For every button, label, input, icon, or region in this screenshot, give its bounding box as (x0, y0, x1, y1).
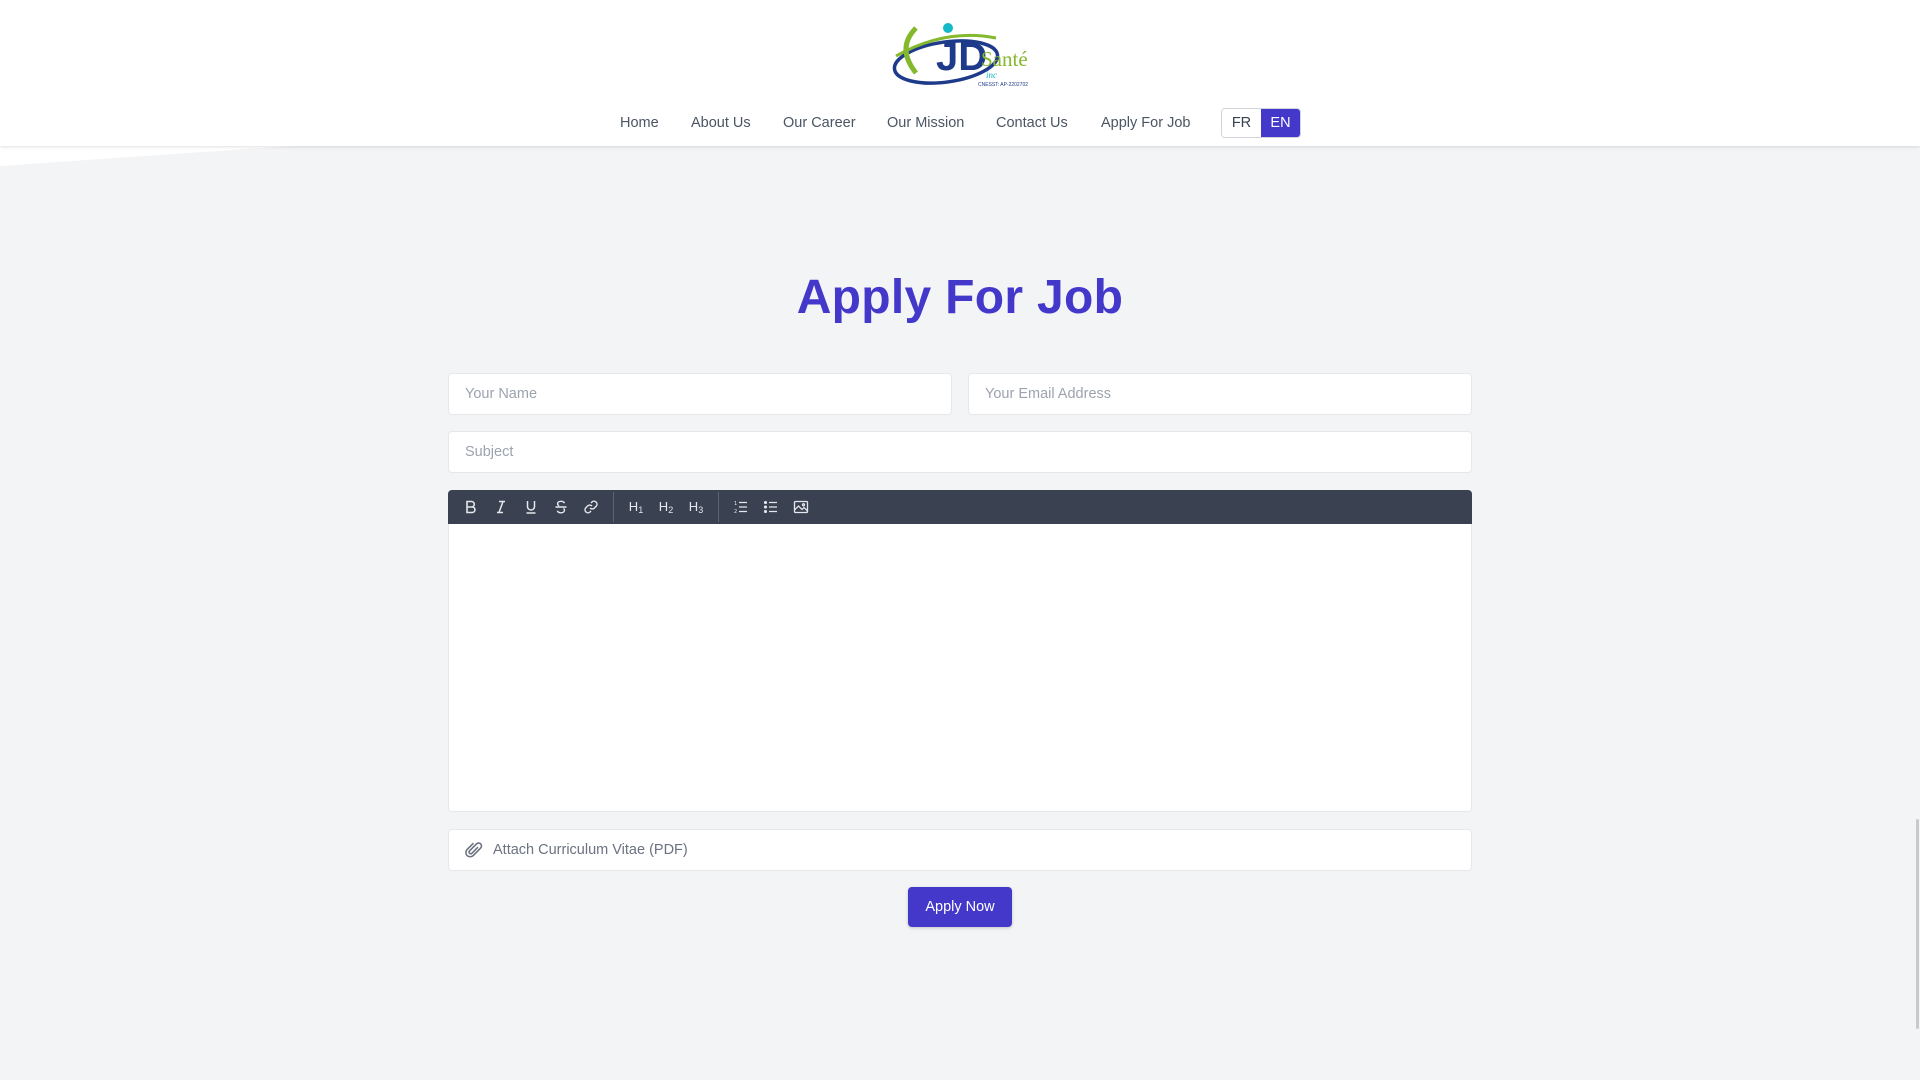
subject-input[interactable] (448, 431, 1472, 473)
attach-cv-label: Attach Curriculum Vitae (PDF) (493, 842, 688, 858)
bullet-list-button[interactable] (756, 490, 786, 524)
bold-icon (466, 500, 476, 514)
email-input[interactable] (968, 373, 1472, 415)
name-input[interactable] (448, 373, 952, 415)
nav-about-us[interactable]: About Us (691, 108, 751, 138)
nav-our-career[interactable]: Our Career (783, 108, 856, 138)
logo-registration: CNESST: AP-2202702 (978, 82, 1028, 88)
underline-icon (526, 501, 536, 514)
toolbar-divider (718, 492, 719, 522)
insert-image-button[interactable] (786, 490, 816, 524)
decorative-wedge (0, 146, 290, 166)
site-header: JD Santé inc CNESST: AP-2202702 Home Abo… (0, 0, 1920, 146)
heading-1-icon: H1 (628, 499, 644, 515)
strikethrough-button[interactable] (546, 490, 576, 524)
page-scrollbar[interactable] (1916, 819, 1919, 1029)
toolbar-divider (613, 492, 614, 522)
bullet-list-icon (763, 500, 777, 514)
image-icon (793, 500, 809, 514)
logo-suffix: inc (986, 70, 997, 80)
link-icon (584, 500, 598, 514)
heading-2-button[interactable]: H2 (651, 490, 681, 524)
language-switcher: FR EN (1221, 108, 1301, 138)
logo-brand: JD (936, 35, 987, 79)
attach-cv-field[interactable]: Attach Curriculum Vitae (PDF) (448, 829, 1472, 871)
italic-icon (497, 500, 505, 514)
nav-apply-for-job[interactable]: Apply For Job (1101, 108, 1190, 138)
heading-3-button[interactable]: H3 (681, 490, 711, 524)
heading-3-icon: H3 (688, 499, 704, 515)
link-button[interactable] (576, 490, 606, 524)
nav-contact-us[interactable]: Contact Us (996, 108, 1068, 138)
editor-toolbar: H1 H2 H3 12 (448, 490, 1472, 524)
bold-button[interactable] (456, 490, 486, 524)
page-title: Apply For Job (796, 271, 1124, 324)
nav-our-mission[interactable]: Our Mission (887, 108, 964, 138)
logo-name: Santé (981, 47, 1028, 71)
svg-text:2: 2 (734, 509, 737, 515)
main-nav: Home About Us Our Career Our Mission Con… (0, 108, 1920, 138)
heading-1-button[interactable]: H1 (621, 490, 651, 524)
heading-2-icon: H2 (658, 499, 674, 515)
apply-now-button[interactable]: Apply Now (908, 887, 1012, 927)
jd-sante-logo[interactable]: JD Santé inc CNESST: AP-2202702 (886, 18, 1036, 93)
logo-dot (943, 23, 953, 33)
lang-fr-button[interactable]: FR (1222, 109, 1261, 137)
ordered-list-icon: 12 (734, 501, 747, 515)
message-editor[interactable] (448, 524, 1472, 812)
paperclip-icon (465, 841, 483, 859)
nav-home[interactable]: Home (620, 108, 659, 138)
underline-button[interactable] (516, 490, 546, 524)
lang-en-button[interactable]: EN (1261, 109, 1300, 137)
svg-text:1: 1 (734, 501, 737, 507)
ordered-list-button[interactable]: 12 (726, 490, 756, 524)
italic-button[interactable] (486, 490, 516, 524)
strikethrough-icon (555, 500, 567, 514)
